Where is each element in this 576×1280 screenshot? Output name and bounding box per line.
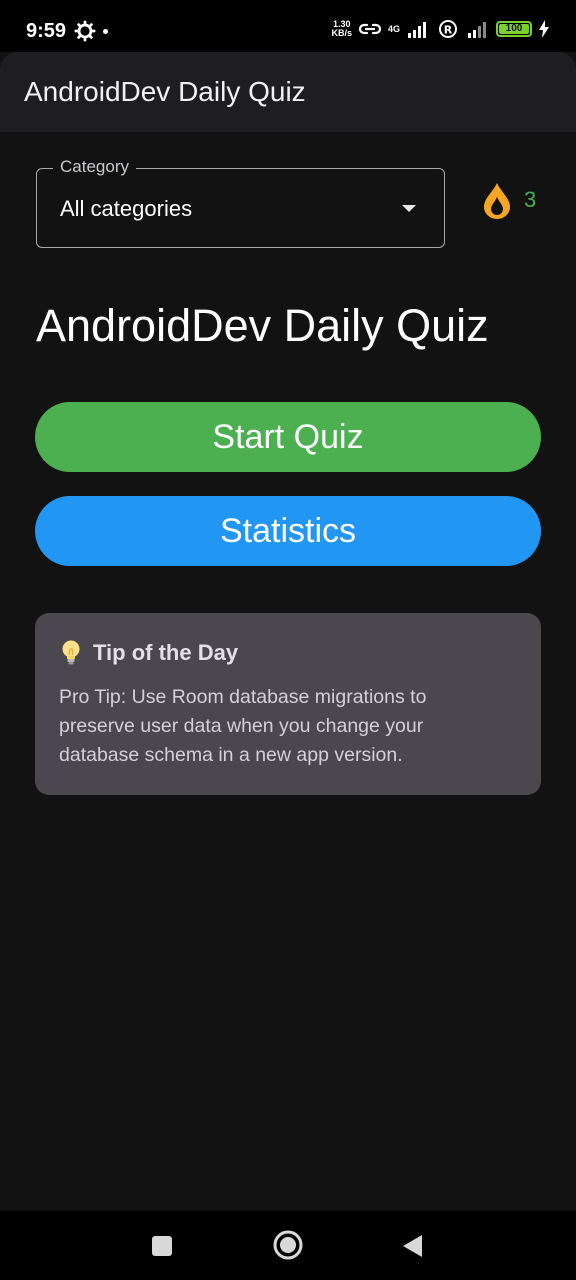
tip-header: Tip of the Day [59,639,238,667]
tip-body: Pro Tip: Use Room database migrations to… [59,686,427,766]
battery-level: 100 [505,23,523,34]
status-bar: 9:59 1.30 KB/s 4G R 100 [0,0,576,52]
status-time: 9:59 [26,20,67,42]
recents-square-icon[interactable] [151,1235,173,1257]
category-label: Category [53,157,136,177]
back-triangle-icon[interactable] [401,1233,425,1259]
network-speed: 1.30 KB/s [331,20,352,38]
start-quiz-button[interactable]: Start Quiz [35,402,541,472]
system-nav-bar [0,1211,576,1280]
settings-gear-icon [74,20,96,42]
hotspot-link-icon [358,23,382,35]
dropdown-arrow-icon [402,205,416,212]
home-circle-icon[interactable] [272,1229,304,1261]
page-title: AndroidDev Daily Quiz [36,300,489,351]
lightbulb-icon [62,640,80,665]
status-right-group: 1.30 KB/s 4G R 100 [331,19,550,39]
app-bar: AndroidDev Daily Quiz [0,52,576,132]
category-value: All categories [60,196,193,221]
speed-unit: KB/s [331,28,352,38]
notification-dot-icon [103,29,108,34]
app-bar-title: AndroidDev Daily Quiz [24,76,306,107]
signal-bars-2-icon [468,22,486,38]
streak-indicator: 3 [480,180,536,220]
signal-bars-icon [408,22,426,38]
roaming-r-icon: R [439,20,457,38]
tip-title: Tip of the Day [93,640,239,665]
network-type: 4G [387,24,400,34]
svg-text:R: R [444,24,453,37]
charging-bolt-icon [539,20,549,38]
battery-icon: 100 [496,21,532,37]
category-dropdown[interactable]: Category All categories [36,157,445,248]
flame-icon [484,183,510,219]
tip-of-the-day-card: Tip of the Day Pro Tip: Use Room databas… [35,613,541,795]
streak-count: 3 [524,187,537,212]
statistics-button[interactable]: Statistics [35,496,541,566]
